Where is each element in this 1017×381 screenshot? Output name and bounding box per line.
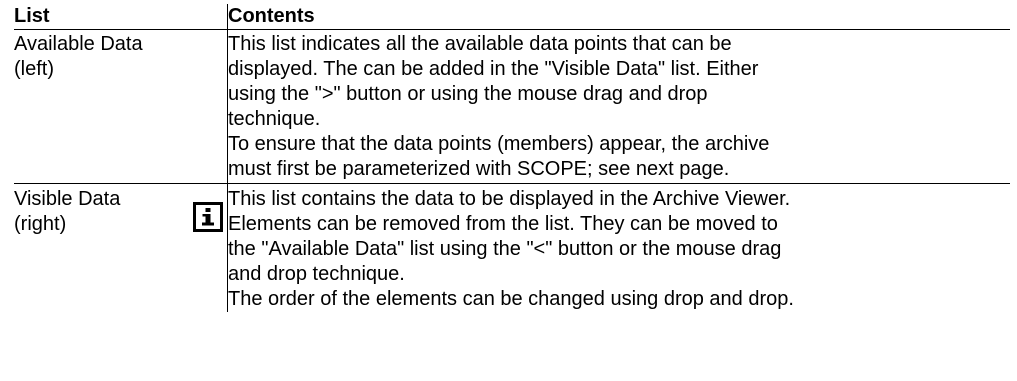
content-line: This list contains the data to be displa… (228, 188, 791, 210)
content-line: The order of the elements can be changed… (228, 288, 794, 310)
contents-cell-available-data: This list indicates all the available da… (227, 29, 1010, 184)
list-name: Available Data (14, 33, 143, 55)
header-contents: Contents (227, 4, 1010, 30)
list-side: (right) (14, 213, 67, 235)
table-row-visible-data: Visible Data (right) This list contains … (14, 183, 1010, 313)
table-body: Available Data (left) This list indicate… (14, 29, 1010, 313)
content-line: the "Available Data" list using the "<" … (228, 238, 782, 260)
header-row: List Contents (14, 4, 1010, 30)
content-note-line: To ensure that the data points (members)… (228, 133, 770, 155)
list-cell-visible-data: Visible Data (right) (14, 184, 228, 313)
content-line: This list indicates all the available da… (228, 33, 732, 55)
content-line: technique. (228, 108, 321, 130)
content-note-line: must first be parameterized with SCOPE; … (228, 158, 730, 180)
content-line: using the ">" button or using the mouse … (228, 83, 708, 105)
list-side: (left) (14, 58, 54, 80)
list-contents-table: List Contents Available Data (left) This… (14, 4, 1010, 312)
table-row-available-data: Available Data (left) This list indicate… (14, 29, 1010, 232)
content-line: and drop technique. (228, 263, 405, 285)
table-header: List Contents (14, 4, 1010, 30)
document-page: List Contents Available Data (left) This… (0, 0, 1017, 381)
content-line: displayed. The can be added in the "Visi… (228, 58, 759, 80)
list-name: Visible Data (14, 188, 121, 210)
list-cell-available-data: Available Data (left) (14, 29, 228, 232)
content-line: Elements can be removed from the list. T… (228, 213, 778, 235)
contents-cell-visible-data: This list contains the data to be displa… (227, 183, 1010, 312)
header-list: List (14, 4, 228, 30)
